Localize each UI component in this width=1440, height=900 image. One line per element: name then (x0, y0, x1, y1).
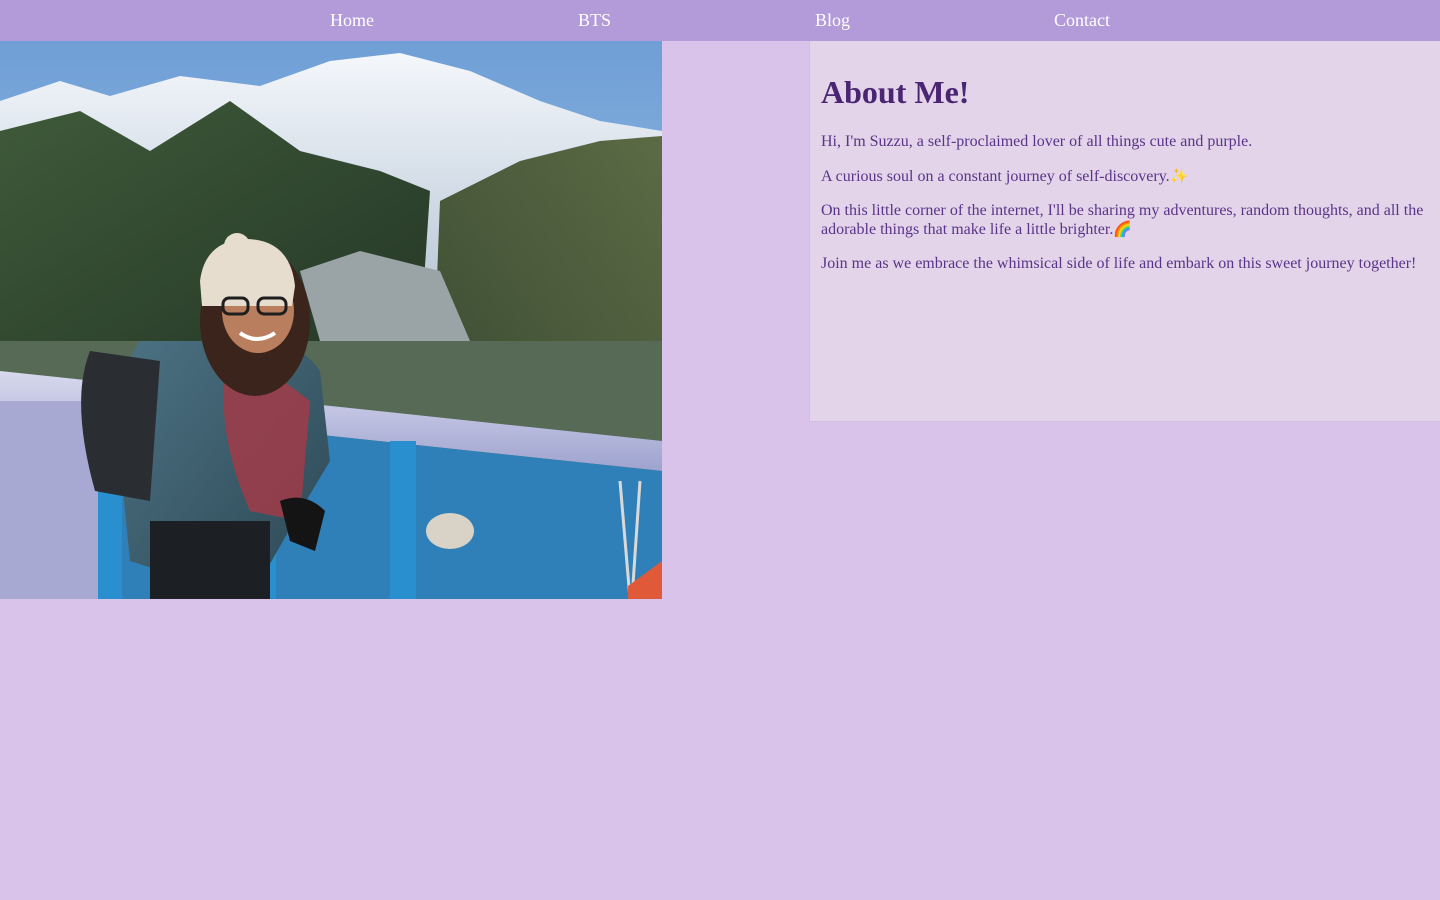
about-paragraph-3: On this little corner of the internet, I… (821, 202, 1424, 238)
nav-link-home[interactable]: Home (330, 9, 374, 31)
rainbow-icon: 🌈 (1113, 220, 1133, 238)
nav-link-bts[interactable]: BTS (578, 9, 611, 31)
profile-photo (0, 41, 662, 599)
nav-link-blog[interactable]: Blog (815, 9, 850, 31)
about-card: About Me! Hi, I'm Suzzu, a self-proclaim… (809, 41, 1440, 422)
about-title: About Me! (821, 74, 970, 110)
about-paragraph-1: Hi, I'm Suzzu, a self-proclaimed lover o… (821, 133, 1253, 150)
nav-link-contact[interactable]: Contact (1054, 9, 1110, 31)
about-paragraph-2: A curious soul on a constant journey of … (821, 167, 1189, 185)
top-nav: Home BTS Blog Contact (0, 0, 1440, 41)
sparkles-icon: ✨ (1169, 167, 1189, 185)
about-paragraph-4: Join me as we embrace the whimsical side… (821, 255, 1417, 272)
